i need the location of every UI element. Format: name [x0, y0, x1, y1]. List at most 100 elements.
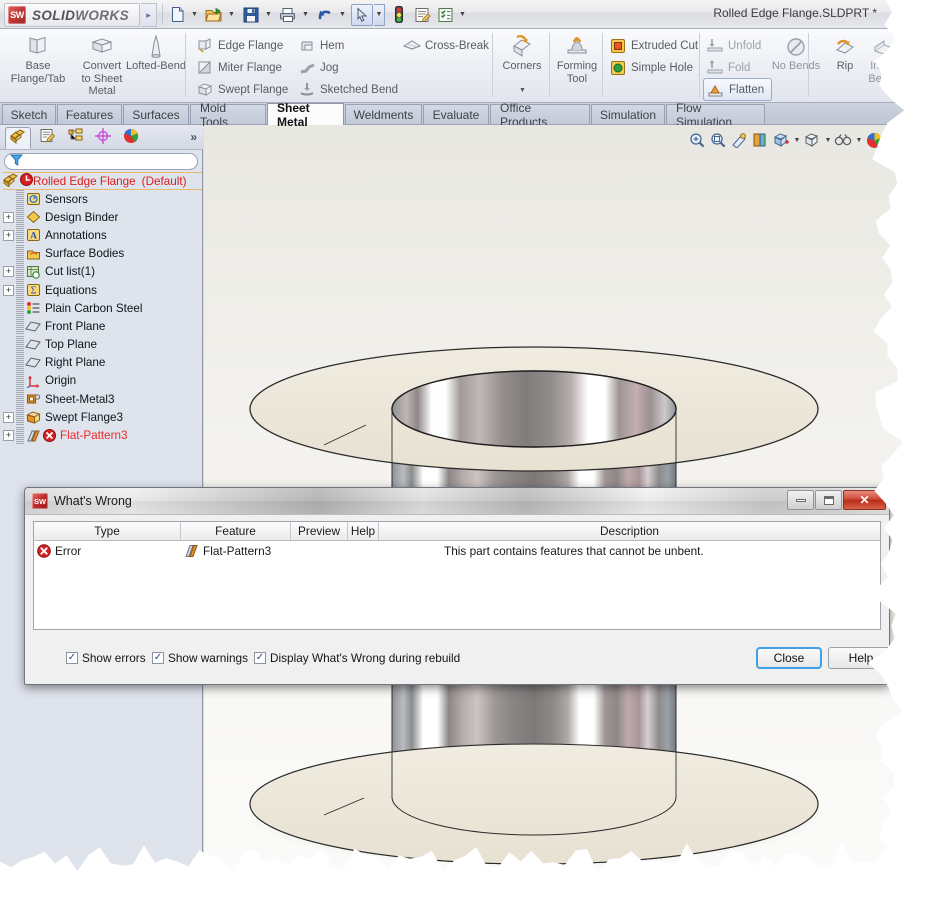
errors-grid[interactable]: Type Feature Preview Help Description Er…	[33, 521, 881, 630]
jog-button[interactable]: Jog	[297, 57, 339, 78]
tree-item-surface-bodies[interactable]: Surface Bodies	[3, 244, 202, 263]
select-dropdown-icon[interactable]: ▼	[374, 3, 385, 26]
display-whats-wrong-checkbox[interactable]: ✓ Display What's Wrong during rebuild	[254, 651, 460, 665]
display-style-dropdown-icon[interactable]: ▼	[823, 129, 833, 151]
expand-toggle[interactable]: +	[3, 430, 14, 442]
more-tabs-icon[interactable]: »	[190, 130, 197, 144]
feature-tree-filter-input[interactable]	[4, 153, 198, 170]
configuration-manager-tab[interactable]	[62, 127, 88, 149]
column-help[interactable]: Help	[348, 522, 379, 540]
tree-item-top-plane[interactable]: Top Plane	[3, 335, 202, 354]
tree-item-sheet-metal3[interactable]: Sheet-Metal3	[3, 390, 202, 409]
new-document-dropdown-icon[interactable]: ▼	[189, 4, 200, 26]
forming-tool-button[interactable]: Forming Tool	[551, 32, 603, 98]
open-document-dropdown-icon[interactable]: ▼	[226, 4, 237, 26]
tab-weldments[interactable]: Weldments	[345, 104, 422, 124]
select-pointer-icon[interactable]	[351, 3, 373, 26]
close-dialog-button[interactable]: Close	[756, 647, 822, 669]
fold-button[interactable]: Fold	[705, 57, 750, 78]
insert-bends-button[interactable]: Insert Bends	[862, 32, 906, 98]
close-button[interactable]: ✕	[843, 490, 886, 510]
tree-item-annotations[interactable]: + A Annotations	[3, 226, 202, 245]
save-document-icon[interactable]	[240, 4, 262, 26]
property-manager-tab[interactable]	[34, 127, 60, 149]
tree-item-right-plane[interactable]: Right Plane	[3, 353, 202, 372]
tab-sketch[interactable]: Sketch	[2, 104, 56, 124]
edge-flange-button[interactable]: Edge Flange	[195, 35, 283, 56]
lofted-bend-button[interactable]: Lofted-Bend	[124, 32, 188, 98]
swept-flange-button[interactable]: Swept Flange	[195, 79, 288, 100]
base-flange-tab-button[interactable]: Base Flange/Tab	[7, 32, 69, 98]
tree-item-sensors[interactable]: Sensors	[3, 190, 202, 209]
column-description[interactable]: Description	[379, 522, 880, 540]
display-manager-tab[interactable]	[118, 127, 144, 149]
featuremanager-design-tree-tab[interactable]	[5, 127, 31, 149]
appearances-icon[interactable]	[864, 129, 885, 151]
undo-dropdown-icon[interactable]: ▼	[337, 4, 348, 26]
options-list-dropdown-icon[interactable]: ▼	[457, 4, 468, 26]
zoom-to-area-icon[interactable]	[708, 129, 729, 151]
undo-icon[interactable]	[314, 4, 336, 26]
zoom-to-fit-icon[interactable]	[687, 129, 708, 151]
expand-toggle[interactable]: +	[3, 266, 14, 278]
save-document-dropdown-icon[interactable]: ▼	[263, 4, 274, 26]
whats-wrong-dialog[interactable]: SW What's Wrong ✕ Type Feature Preview H…	[24, 487, 890, 685]
tab-office-products[interactable]: Office Products	[490, 101, 590, 129]
cross-break-button[interactable]: Cross-Break	[402, 35, 489, 56]
open-document-icon[interactable]	[203, 4, 225, 26]
print-document-dropdown-icon[interactable]: ▼	[300, 4, 311, 26]
miter-flange-button[interactable]: Miter Flange	[195, 57, 282, 78]
extruded-cut-button[interactable]: Extruded Cut	[608, 35, 698, 56]
flatten-button[interactable]: Flatten	[703, 78, 773, 101]
view-orientation-icon[interactable]	[771, 129, 792, 151]
corners-dropdown-caret-icon[interactable]: ▼	[519, 87, 526, 94]
tab-features[interactable]: Features	[57, 104, 122, 124]
menu-expand-arrow-icon[interactable]: ▸	[141, 3, 157, 27]
help-dialog-button[interactable]: Help	[828, 647, 889, 669]
hide-show-items-dropdown-icon[interactable]: ▼	[854, 129, 864, 151]
show-warnings-checkbox[interactable]: ✓ Show warnings	[152, 651, 248, 665]
sketched-bend-button[interactable]: Sketched Bend	[297, 79, 398, 100]
tree-item-front-plane[interactable]: Front Plane	[3, 317, 202, 336]
section-view-icon[interactable]	[750, 129, 771, 151]
tab-mold-tools[interactable]: Mold Tools	[190, 101, 266, 129]
new-document-icon[interactable]	[166, 4, 188, 26]
tab-flow-simulation[interactable]: Flow Simulation	[666, 101, 765, 129]
tab-sheet-metal[interactable]: Sheet Metal	[267, 101, 344, 129]
options-list-icon[interactable]	[434, 4, 456, 26]
display-style-icon[interactable]	[802, 129, 823, 151]
print-document-icon[interactable]	[277, 4, 299, 26]
solidworks-logo-button[interactable]: SW SOLIDWORKS	[4, 3, 140, 27]
tree-item-swept-flange3[interactable]: + Swept Flange3	[3, 408, 202, 427]
column-feature[interactable]: Feature	[181, 522, 291, 540]
table-row[interactable]: Error Flat-Pattern3 This part contains f…	[34, 541, 880, 561]
hem-button[interactable]: Hem	[297, 35, 344, 56]
tree-item-cut-list[interactable]: + Cut list(1)	[3, 262, 202, 281]
show-errors-checkbox[interactable]: ✓ Show errors	[66, 651, 146, 665]
tab-surfaces[interactable]: Surfaces	[123, 104, 189, 124]
tree-root-rolled-edge-flange[interactable]: Rolled Edge Flange (Default)	[3, 172, 202, 190]
tree-item-design-binder[interactable]: + Design Binder	[3, 208, 202, 227]
dialog-title-bar[interactable]: SW What's Wrong ✕	[25, 488, 889, 515]
view-orientation-dropdown-icon[interactable]: ▼	[792, 129, 802, 151]
previous-view-icon[interactable]	[729, 129, 750, 151]
expand-toggle[interactable]: +	[3, 211, 14, 223]
tree-item-material[interactable]: Plain Carbon Steel	[3, 299, 202, 318]
column-type[interactable]: Type	[34, 522, 181, 540]
column-preview[interactable]: Preview	[291, 522, 348, 540]
unfold-button[interactable]: Unfold	[705, 35, 761, 56]
minimize-button[interactable]	[787, 490, 814, 510]
maximize-button[interactable]	[815, 490, 842, 510]
rebuild-icon[interactable]	[388, 4, 410, 26]
tree-item-equations[interactable]: + Σ Equations	[3, 281, 202, 300]
options-editor-icon[interactable]	[411, 4, 433, 26]
dimxpert-manager-tab[interactable]	[90, 127, 116, 149]
rip-button[interactable]: Rip	[828, 32, 862, 98]
no-bends-button[interactable]: No Bends	[765, 32, 827, 98]
hide-show-items-icon[interactable]	[833, 129, 854, 151]
tab-evaluate[interactable]: Evaluate	[423, 104, 489, 124]
tab-simulation[interactable]: Simulation	[591, 104, 665, 124]
scene-icon[interactable]	[885, 129, 906, 151]
simple-hole-button[interactable]: Simple Hole	[608, 57, 693, 78]
expand-toggle[interactable]: +	[3, 229, 14, 241]
